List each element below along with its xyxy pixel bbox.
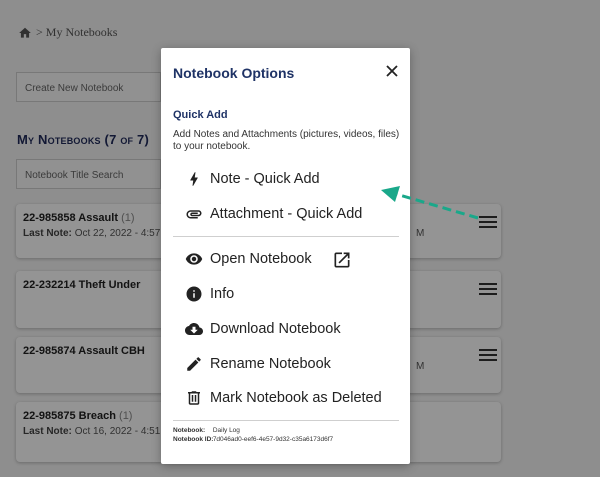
open-in-new-icon[interactable] [332,250,352,270]
mark-deleted-option[interactable]: Mark Notebook as Deleted [183,387,382,409]
pencil-icon [183,353,205,375]
paperclip-icon [183,203,205,225]
cloud-download-icon [183,318,205,340]
quick-add-description: Add Notes and Attachments (pictures, vid… [173,129,400,152]
divider [173,420,399,421]
close-button[interactable] [385,64,399,78]
info-option[interactable]: Info [183,283,234,305]
notebook-id-value: 7d046ad0-eef6-4e57-9d32-c35a6173d6f7 [212,436,334,443]
download-notebook-label: Download Notebook [210,321,341,337]
notebook-name-value: Daily Log [212,427,240,434]
dialog-title: Notebook Options [173,65,295,81]
notebook-options-dialog: Notebook Options Quick Add Add Notes and… [161,48,410,464]
eye-icon [183,248,205,270]
attachment-quick-add-option[interactable]: Attachment - Quick Add [183,203,362,225]
rename-notebook-label: Rename Notebook [210,356,331,372]
info-label: Info [210,286,235,302]
note-quick-add-label: Note - Quick Add [210,171,320,187]
lightning-icon [183,168,205,190]
download-notebook-option[interactable]: Download Notebook [183,318,341,340]
divider [173,236,399,237]
open-notebook-label: Open Notebook [210,251,312,267]
note-quick-add-option[interactable]: Note - Quick Add [183,168,320,190]
notebook-id-meta: Notebook ID: 7d046ad0-eef6-4e57-9d32-c35… [173,436,333,443]
rename-notebook-option[interactable]: Rename Notebook [183,353,331,375]
open-notebook-option[interactable]: Open Notebook [183,248,312,270]
attachment-quick-add-label: Attachment - Quick Add [210,206,363,222]
quick-add-heading: Quick Add [173,109,228,121]
mark-deleted-label: Mark Notebook as Deleted [210,390,382,406]
notebook-name-meta: Notebook: Daily Log [173,427,240,434]
notebook-name-label: Notebook: [173,427,206,434]
trash-icon [183,387,205,409]
notebook-id-label: Notebook ID: [173,436,214,443]
info-icon [183,283,205,305]
close-icon [386,65,398,77]
